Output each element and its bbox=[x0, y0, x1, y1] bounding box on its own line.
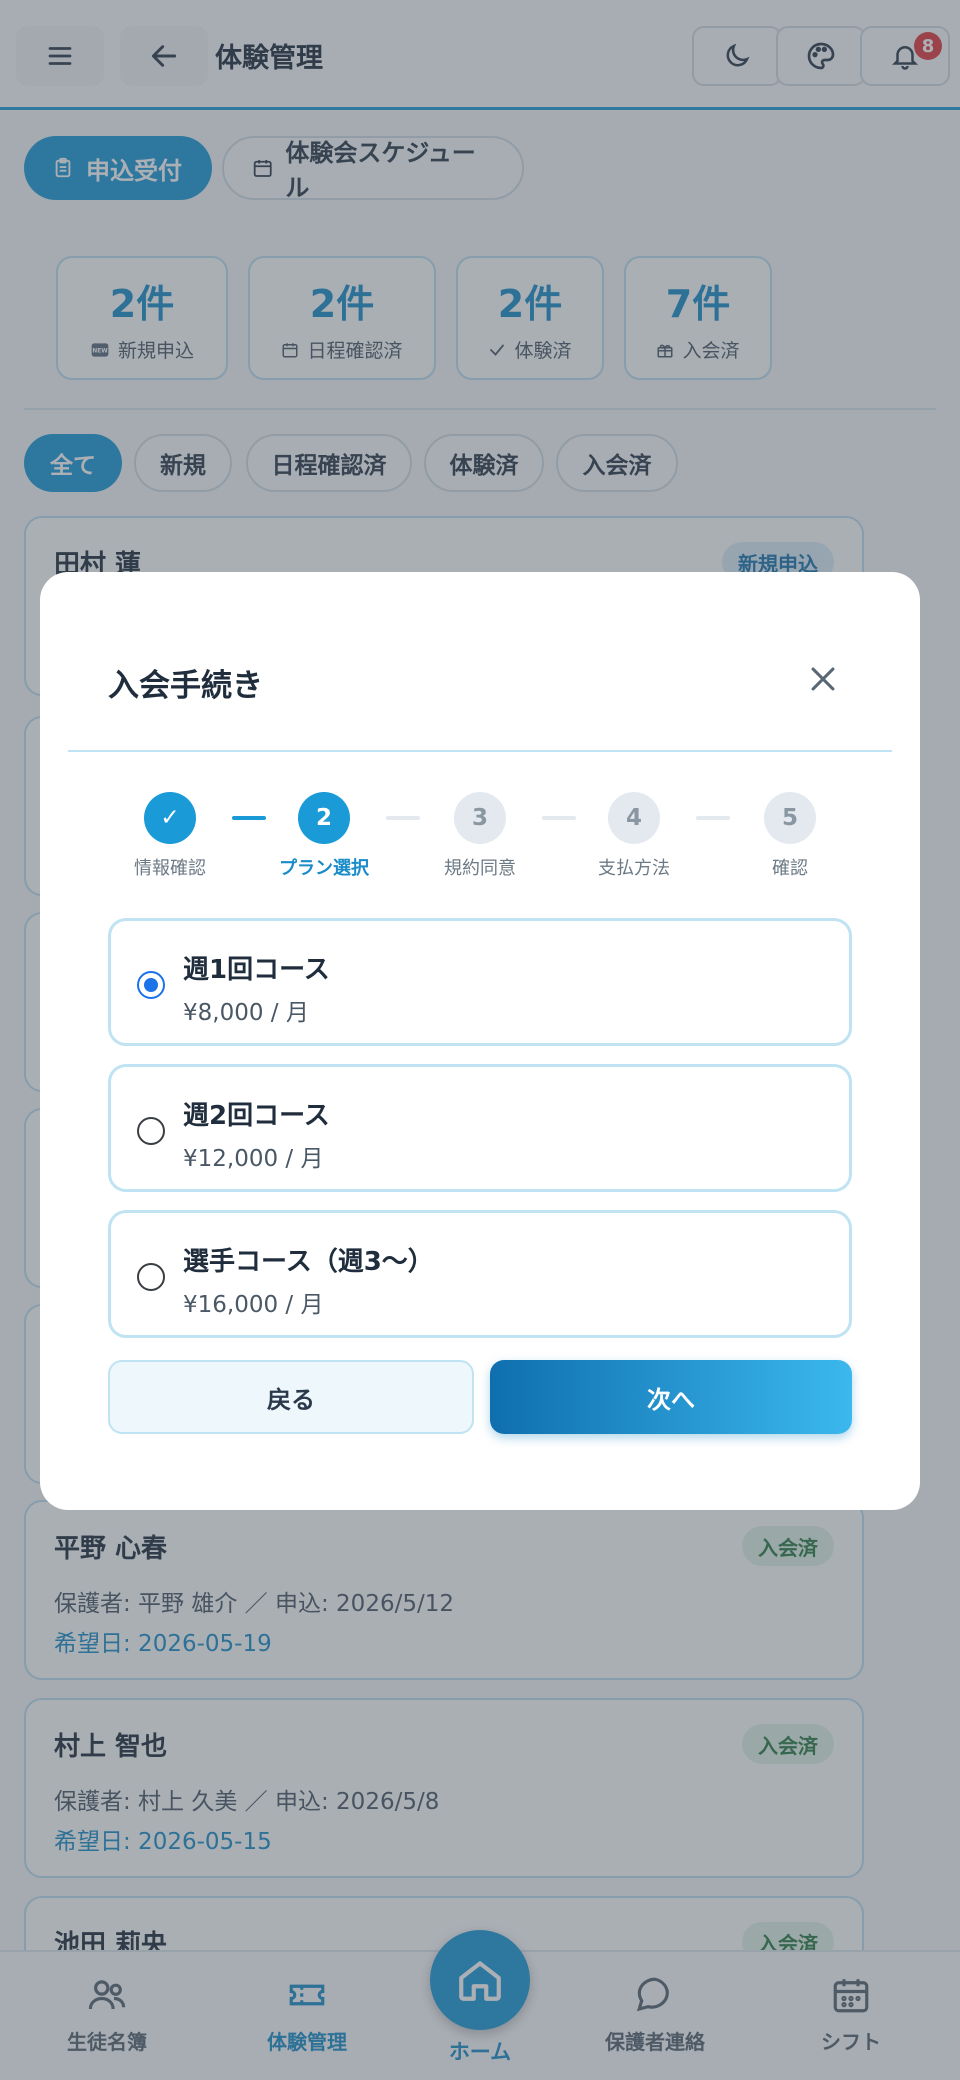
close-icon bbox=[811, 667, 835, 691]
plan-option-weekly-1[interactable]: 週1回コース ¥8,000 / 月 bbox=[108, 918, 852, 1046]
step-4-label: 支払方法 bbox=[598, 858, 670, 879]
plan-name: 選手コース（週3〜） bbox=[183, 1247, 434, 1277]
step-3-indicator: 3 bbox=[454, 792, 506, 844]
step-5-label: 確認 bbox=[772, 858, 808, 879]
plan-radio[interactable] bbox=[137, 1117, 165, 1145]
modal-title: 入会手続き bbox=[108, 668, 263, 704]
plan-name: 週1回コース bbox=[183, 955, 330, 985]
step-connector bbox=[542, 816, 576, 820]
plan-option-athlete[interactable]: 選手コース（週3〜） ¥16,000 / 月 bbox=[108, 1210, 852, 1338]
step-1-label: 情報確認 bbox=[134, 858, 206, 879]
enrollment-modal: 入会手続き ✓ 情報確認 2 プラン選択 3 規約同意 4 支払方法 5 確認 … bbox=[40, 572, 920, 1510]
step-2-label: プラン選択 bbox=[279, 858, 369, 879]
step-connector bbox=[232, 816, 266, 820]
plan-radio[interactable] bbox=[137, 971, 165, 999]
step-2-indicator: 2 bbox=[298, 792, 350, 844]
close-button[interactable] bbox=[800, 656, 846, 702]
step-4-indicator: 4 bbox=[608, 792, 660, 844]
step-5-indicator: 5 bbox=[764, 792, 816, 844]
step-connector bbox=[386, 816, 420, 820]
plan-price: ¥16,000 / 月 bbox=[183, 1292, 324, 1318]
step-1-indicator: ✓ bbox=[144, 792, 196, 844]
plan-radio[interactable] bbox=[137, 1263, 165, 1291]
plan-price: ¥12,000 / 月 bbox=[183, 1146, 324, 1172]
step-3-label: 規約同意 bbox=[444, 858, 516, 879]
step-connector bbox=[696, 816, 730, 820]
divider bbox=[68, 750, 892, 752]
plan-price: ¥8,000 / 月 bbox=[183, 1000, 309, 1026]
next-button[interactable]: 次へ bbox=[490, 1360, 852, 1434]
plan-name: 週2回コース bbox=[183, 1101, 330, 1131]
plan-option-weekly-2[interactable]: 週2回コース ¥12,000 / 月 bbox=[108, 1064, 852, 1192]
back-button[interactable]: 戻る bbox=[108, 1360, 474, 1434]
